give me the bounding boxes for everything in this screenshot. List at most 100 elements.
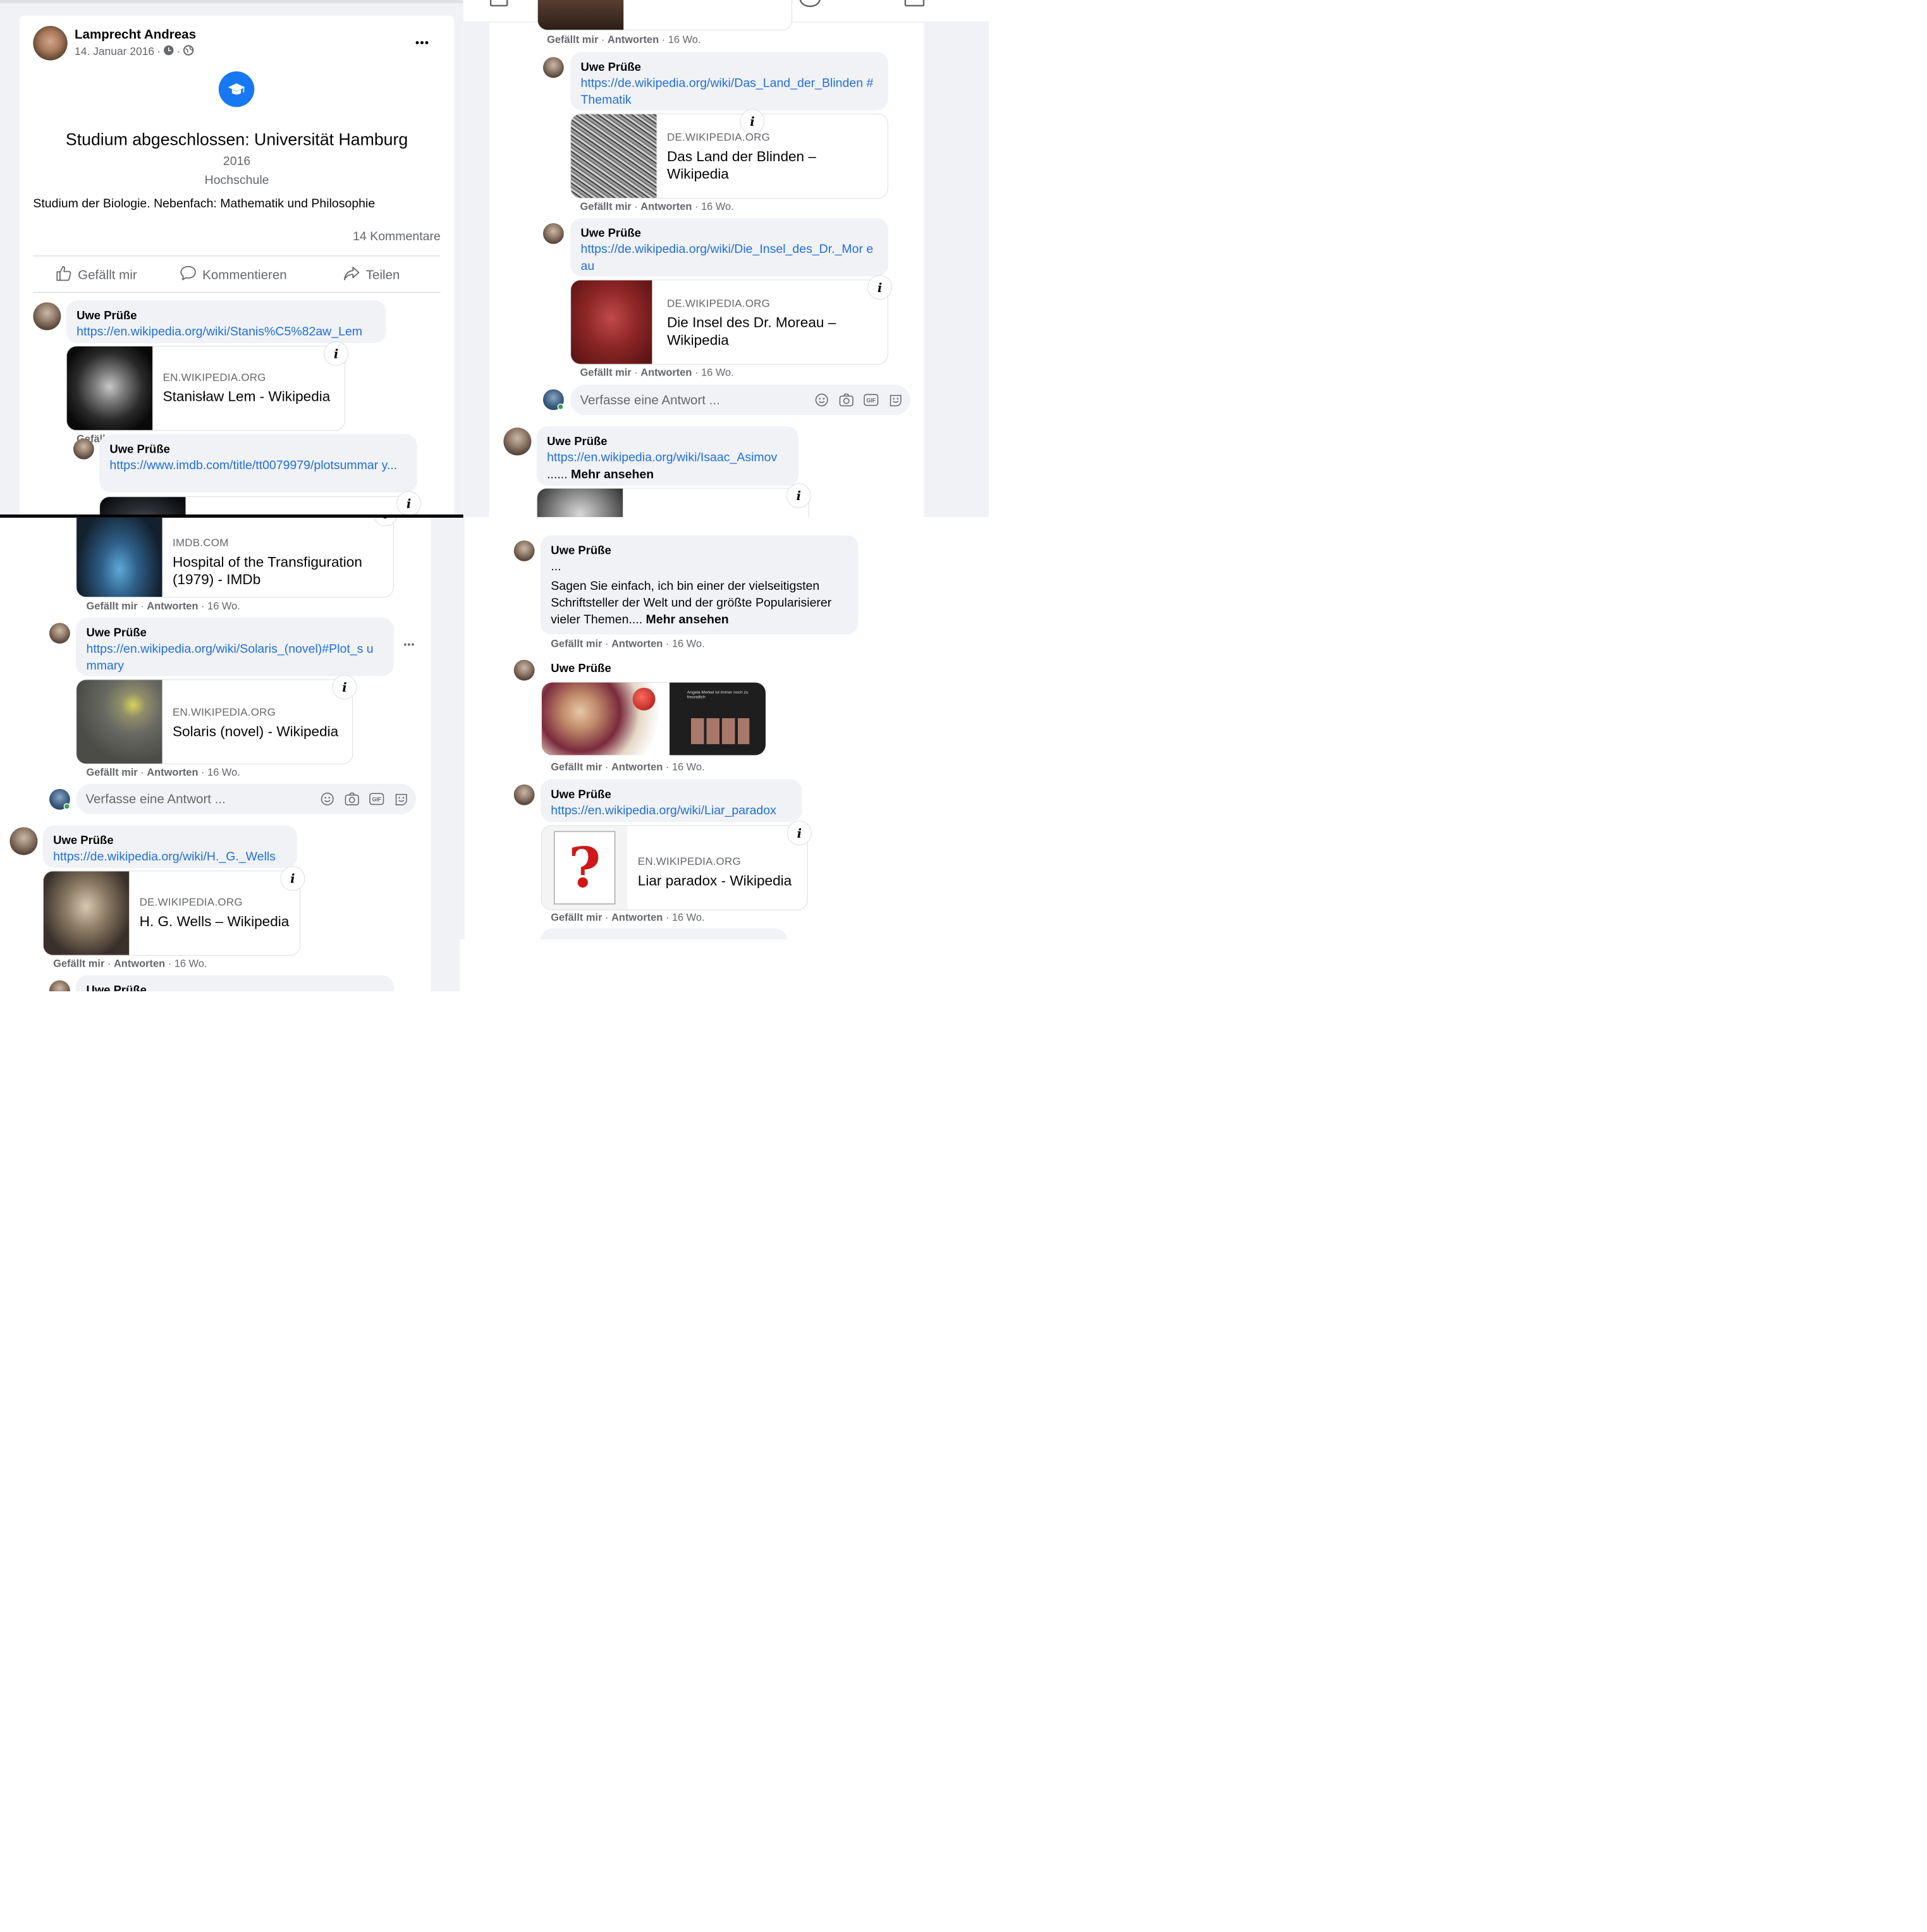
commenter-avatar[interactable]	[73, 438, 94, 460]
comment-like-link[interactable]: Gefällt mir	[551, 912, 602, 923]
comment-button[interactable]: Kommentieren	[180, 265, 287, 285]
link-preview[interactable]: EN.WIKIPEDIA.ORG Solaris (novel) - Wikip…	[76, 679, 353, 764]
see-more-link[interactable]: Mehr ansehen	[646, 613, 729, 627]
commenter-avatar[interactable]	[513, 540, 535, 561]
commenter-name[interactable]: Uwe Prüße	[551, 661, 611, 676]
link-preview[interactable]: ? EN.WIKIPEDIA.ORG Liar paradox - Wikipe…	[541, 825, 808, 910]
commenter-avatar[interactable]	[542, 57, 564, 78]
commenter-name[interactable]: Uwe Prüße	[76, 307, 376, 323]
post-date[interactable]: 14. Januar 2016	[75, 46, 154, 58]
comment-like-link[interactable]: Gefällt mir	[86, 600, 137, 611]
comment-link[interactable]: https://en.wikipedia.org/wiki/Solaris_(n…	[86, 640, 383, 674]
commenter-avatar[interactable]	[49, 623, 70, 644]
comment-like-link[interactable]: Gefällt mir	[53, 958, 104, 969]
commenter-name[interactable]: Uwe Prüße	[547, 434, 788, 449]
emoji-icon[interactable]	[814, 392, 830, 408]
comment-like-link[interactable]: Gefällt mir	[551, 638, 602, 649]
groups-nav-icon[interactable]	[799, 0, 821, 8]
link-preview[interactable]: EN.WIKIPEDIA.ORG Stanisław Lem - Wikiped…	[66, 345, 345, 431]
comment-age[interactable]: · 16 Wo.	[666, 761, 705, 773]
camera-icon[interactable]	[344, 791, 360, 807]
info-icon[interactable]: i	[740, 109, 765, 134]
commenter-name[interactable]: Uwe Prüße	[86, 982, 383, 991]
comment-reply-link[interactable]: Antworten	[640, 367, 692, 378]
comment-link[interactable]: https://en.wikipedia.org/wiki/Stanis%C5%…	[76, 323, 376, 340]
sticker-icon[interactable]	[393, 791, 410, 807]
see-more[interactable]: ...... Mehr ansehen	[547, 466, 788, 483]
comment-reply-link[interactable]: Antworten	[611, 912, 663, 923]
comment-link[interactable]: https://de.wikipedia.org/wiki/Das_Land_d…	[580, 75, 878, 108]
comment-link[interactable]: https://en.wikipedia.org/wiki/Liar_parad…	[551, 802, 792, 819]
comment-like-link[interactable]: Gefällt mir	[547, 34, 598, 45]
commenter-avatar[interactable]	[542, 223, 564, 244]
comment-count[interactable]: 14 Kommentare	[353, 229, 441, 243]
reply-input[interactable]: Verfasse eine Antwort ... GIF	[570, 384, 910, 415]
gif-icon[interactable]: GIF	[369, 791, 385, 807]
gaming-nav-icon[interactable]	[904, 0, 925, 7]
link-preview[interactable]	[99, 496, 417, 515]
comment-reply-link[interactable]: Antworten	[611, 761, 663, 773]
comment-age[interactable]: · 16 Wo.	[666, 912, 705, 923]
comment-like-link[interactable]: Gefällt mir	[580, 200, 631, 212]
post-more-button[interactable]: •••	[415, 35, 429, 49]
commenter-name[interactable]: Uwe Prüße	[86, 625, 383, 640]
commenter-name[interactable]: Uwe Prüße	[580, 225, 878, 241]
comment-reply-link[interactable]: Antworten	[147, 766, 198, 778]
link-preview[interactable]: DE.WIKIPEDIA.ORG Die Insel des Dr. Morea…	[570, 279, 888, 365]
link-preview[interactable]: DE.WIKIPEDIA.ORG H. G. Wells – Wikipedia	[42, 871, 301, 956]
camera-icon[interactable]	[838, 392, 855, 408]
info-icon[interactable]: i	[324, 341, 349, 366]
link-preview[interactable]: DE.WIKIPEDIA.ORG Das Land der Blinden – …	[570, 113, 888, 199]
share-button[interactable]: Teilen	[343, 265, 400, 285]
info-icon[interactable]: i	[786, 483, 811, 508]
comment-image[interactable]: Angela Merkel ist immer noch zu freundli…	[541, 682, 766, 755]
sticker-icon[interactable]	[888, 392, 904, 408]
info-icon[interactable]: i	[332, 675, 357, 700]
commenter-name[interactable]: Uwe Prüße	[580, 59, 878, 75]
comment-like-link[interactable]: Gefällt mir	[551, 761, 602, 773]
comment-age[interactable]: · 16 Wo.	[201, 600, 240, 611]
commenter-avatar[interactable]	[33, 302, 61, 331]
info-icon[interactable]: i	[786, 821, 812, 846]
author-avatar[interactable]	[33, 26, 68, 61]
comment-reply-link[interactable]: Antworten	[640, 200, 692, 212]
commenter-name[interactable]: Uwe Prüße	[551, 542, 848, 558]
commenter-avatar[interactable]	[513, 659, 535, 681]
commenter-avatar[interactable]	[49, 980, 70, 992]
see-more-link[interactable]: Mehr ansehen	[571, 467, 654, 481]
comment-like-link[interactable]: Gefällt mir	[580, 367, 631, 378]
comment-age[interactable]: · 16 Wo.	[662, 34, 701, 45]
comment-age[interactable]: · 16 Wo.	[666, 638, 705, 649]
link-preview[interactable]	[537, 0, 793, 31]
info-icon[interactable]: i	[396, 491, 422, 515]
comment-link[interactable]: https://de.wikipedia.org/wiki/Die_Insel_…	[580, 241, 878, 274]
comment-reply-link[interactable]: Antworten	[147, 600, 198, 611]
comment-like-link[interactable]: Gefällt mir	[86, 766, 137, 778]
info-icon[interactable]: i	[867, 275, 893, 300]
commenter-name[interactable]: Uwe Prüße	[109, 441, 407, 457]
commenter-avatar[interactable]	[503, 427, 532, 456]
comment-reply-link[interactable]: Antworten	[114, 958, 165, 969]
reply-input[interactable]: Verfasse eine Antwort ... GIF	[76, 783, 416, 814]
comment-reply-link[interactable]: Antworten	[611, 638, 663, 649]
emoji-icon[interactable]	[319, 791, 336, 807]
like-button[interactable]: Gefällt mir	[55, 265, 137, 285]
link-preview[interactable]: IMDB.COM Hospital of the Transfiguration…	[76, 517, 394, 598]
info-icon[interactable]: i	[280, 866, 305, 891]
comment-age[interactable]: · 16 Wo.	[201, 766, 240, 778]
comment-age[interactable]: · 16 Wo.	[168, 958, 207, 969]
comment-age[interactable]: · 16 Wo.	[695, 200, 734, 212]
commenter-avatar[interactable]	[513, 784, 535, 805]
gif-icon[interactable]: GIF	[863, 392, 879, 408]
comment-link[interactable]: https://de.wikipedia.org/wiki/H._G._Well…	[53, 848, 286, 865]
comment-more-button[interactable]: •••	[403, 640, 415, 650]
commenter-name[interactable]: Uwe Prüße	[53, 833, 286, 848]
commenter-name[interactable]: Uwe Prüße	[551, 786, 792, 802]
post-author[interactable]: Lamprecht Andreas	[75, 27, 196, 42]
comment-reply-link[interactable]: Antworten	[608, 34, 659, 45]
comment-link[interactable]: https://www.imdb.com/title/tt0079979/plo…	[109, 456, 407, 474]
commenter-avatar[interactable]	[9, 827, 38, 855]
comment-link[interactable]: https://en.wikipedia.org/wiki/Isaac_Asim…	[547, 449, 788, 466]
comment-age[interactable]: · 16 Wo.	[695, 367, 734, 378]
home-nav-icon[interactable]	[489, 0, 508, 7]
